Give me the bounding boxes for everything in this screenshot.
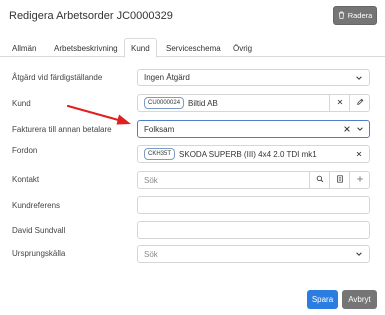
david-sundvall-label: David Sundvall: [12, 226, 66, 235]
david-sundvall-input[interactable]: [137, 221, 370, 239]
dialog-title: Redigera Arbetsorder JC0000329: [9, 10, 173, 22]
chevron-down-icon[interactable]: [356, 125, 364, 133]
edit-kund-button[interactable]: [349, 95, 369, 111]
fakturera-value: Folksam: [144, 124, 175, 134]
kund-field[interactable]: CU0000024 Biltid AB: [137, 94, 370, 112]
fordon-label: Fordon: [12, 146, 38, 155]
kontakt-label: Kontakt: [12, 175, 40, 184]
chevron-down-icon: [355, 250, 363, 258]
atgard-value: Ingen Åtgärd: [144, 73, 190, 82]
search-kontakt-button[interactable]: [309, 172, 329, 188]
kund-tag: CU0000024: [144, 97, 185, 109]
fordon-field[interactable]: CKH35T SKODA SUPERB (III) 4x4 2.0 TDI mk…: [137, 145, 370, 163]
plus-icon: [356, 175, 364, 185]
contact-card-icon: [336, 175, 344, 185]
tab-bar: Allmän Arbetsbeskrivning Kund Servicesch…: [0, 38, 385, 58]
tab-arbetsbeskrivning[interactable]: Arbetsbeskrivning: [54, 44, 118, 53]
fordon-tag: CKH35T: [144, 148, 176, 160]
search-icon: [316, 175, 324, 185]
fakturera-select[interactable]: Folksam: [137, 120, 370, 138]
clear-kund-button[interactable]: [329, 95, 349, 111]
trash-icon: [338, 11, 345, 21]
add-kontakt-button[interactable]: [349, 172, 369, 188]
save-button[interactable]: Spara: [307, 290, 338, 309]
clear-fordon-icon[interactable]: [355, 150, 363, 158]
contact-card-button[interactable]: [329, 172, 349, 188]
tab-serviceschema[interactable]: Serviceschema: [166, 44, 221, 53]
chevron-down-icon: [355, 74, 363, 82]
cancel-button[interactable]: Avbryt: [342, 290, 377, 309]
atgard-select[interactable]: Ingen Åtgärd: [137, 69, 370, 86]
fakturera-label: Fakturera till annan betalare: [12, 125, 112, 134]
ursprungskalla-label: Ursprungskälla: [12, 249, 66, 258]
ursprungskalla-select[interactable]: Sök: [137, 245, 370, 263]
close-icon: [336, 98, 344, 108]
pencil-icon: [356, 98, 364, 108]
kund-label: Kund: [12, 99, 31, 108]
tab-allman[interactable]: Allmän: [12, 44, 36, 53]
atgard-label: Åtgärd vid färdigställande: [12, 73, 103, 82]
clear-fakturera-icon[interactable]: [343, 125, 351, 133]
delete-button-label: Radera: [347, 11, 373, 20]
kundreferens-label: Kundreferens: [12, 201, 61, 210]
kundreferens-input[interactable]: [137, 196, 370, 214]
kontakt-search[interactable]: Sök: [137, 171, 370, 189]
tab-ovrig[interactable]: Övrig: [233, 44, 252, 53]
tab-kund[interactable]: Kund: [124, 38, 157, 58]
delete-button[interactable]: Radera: [333, 6, 377, 25]
fordon-value: SKODA SUPERB (III) 4x4 2.0 TDI mk1: [179, 149, 317, 159]
ursprungskalla-placeholder: Sök: [144, 249, 158, 259]
